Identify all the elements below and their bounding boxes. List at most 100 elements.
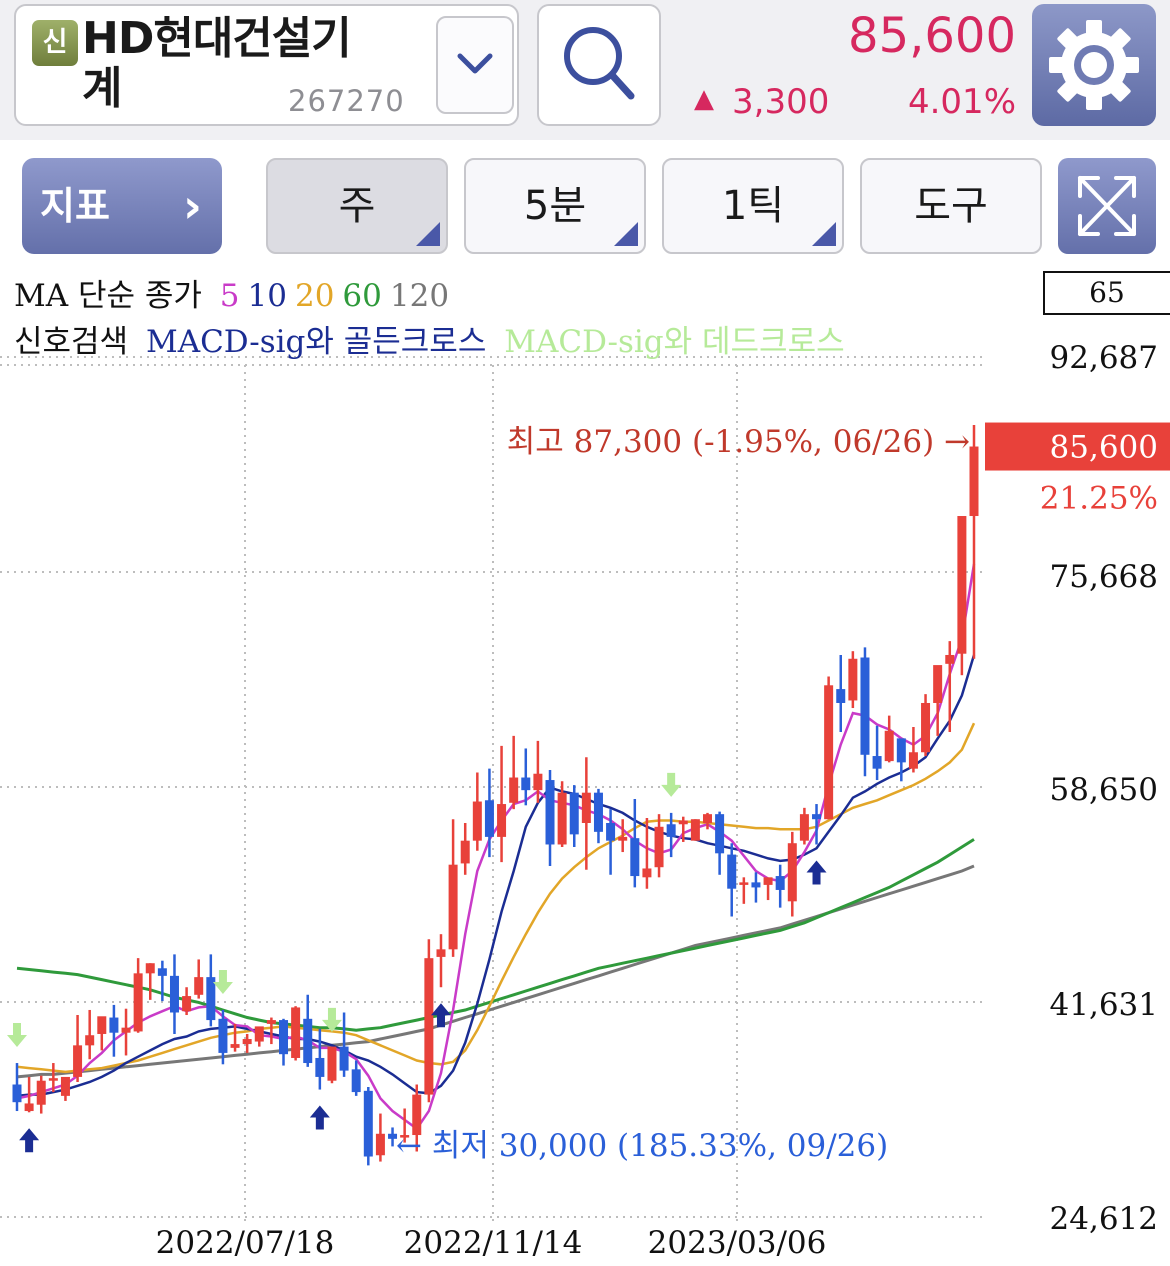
ma-legend-20: 20 [294,278,335,314]
candle-body [424,958,434,1095]
chart-toolbar: 지표 › 주 5분 1틱 도구 [0,140,1170,268]
signal-legend: 신호검색 MACD-sig와 골든크로스 MACD-sig와 데드크로스 [14,316,853,361]
candle-body [266,1020,276,1024]
candle-body [678,820,688,825]
indicator-label: 지표 [40,184,110,228]
period-tick-button[interactable]: 1틱 [662,158,844,254]
corner-triangle-icon [812,222,836,246]
golden-cross-legend: MACD-sig와 골든크로스 [145,324,487,360]
candle-body [497,804,507,837]
ma-legend-120: 120 [389,278,450,314]
candle-body [642,868,652,878]
up-arrow-icon: ▲ [694,84,714,114]
candle-body [848,658,858,701]
dead-cross-arrow-icon [212,969,233,994]
price-change-percent: 4.01% [907,82,1016,122]
stock-selector[interactable]: 신 HD현대건설기 계 267270 [14,4,519,126]
candle-body [375,1133,385,1156]
candle-body [872,756,882,769]
candle-body [60,1076,70,1096]
search-button[interactable] [537,4,661,126]
ma-legend-prefix: MA 단순 종가 [14,278,202,314]
settings-button[interactable] [1032,4,1156,126]
candle-body [557,792,567,845]
y-axis-tick: 92,687 [1050,340,1158,376]
candle-body [218,1018,228,1053]
dead-cross-arrow-icon [7,1023,27,1048]
candle-body [957,516,967,654]
candle-body [739,882,749,885]
candle-body [727,854,737,889]
candle-body [884,730,894,762]
y-axis-tick: 75,668 [1050,559,1158,595]
candle-body [812,814,822,820]
candle-body [206,977,216,1021]
current-price: 85,600 [848,8,1016,64]
candle-body [933,665,943,703]
candle-body [751,882,761,888]
candle-body [593,792,603,832]
dead-cross-arrow-icon [661,772,682,797]
high-annotation: 최고 87,300 (-1.95%, 06/26) → [507,424,970,460]
candle-body [73,1045,83,1077]
period-week-button[interactable]: 주 [266,158,448,254]
y-axis-tick: 41,631 [1050,987,1158,1023]
candle-body [254,1026,264,1042]
search-icon [564,27,635,100]
candlestick-chart[interactable]: 65 92,687 75,668 58,650 41,631 24,612 2022/07/… [0,268,1170,1262]
candle-body [484,800,494,837]
candle-body [860,657,870,755]
candle-body [145,963,155,974]
x-axis-tick: 2022/11/14 [404,1225,583,1261]
chevron-right-icon: › [183,179,202,233]
period-tick-label: 1틱 [721,183,785,229]
golden-cross-arrow-icon [19,1128,40,1153]
candle-body [303,1018,313,1064]
stock-dropdown-button[interactable] [436,16,514,114]
ma-legend-5: 5 [219,278,240,314]
new-badge: 신 [32,20,78,66]
candle-body [24,1103,34,1112]
candle-body [36,1080,46,1105]
candle-body [569,792,579,835]
expand-icon [1078,176,1136,236]
candle-body [702,814,712,823]
candle-body [315,1057,325,1077]
candle-body [97,1016,107,1034]
candle-body [194,977,204,995]
signal-legend-prefix: 신호검색 [14,324,129,360]
candle-body [908,752,918,769]
candle-body [436,949,446,957]
ma-legend-items: 5 10 20 60 120 [220,278,457,314]
tools-button[interactable]: 도구 [860,158,1042,254]
golden-cross-arrow-icon [806,860,827,885]
candle-body [836,689,846,703]
candle-body [533,773,543,791]
ma-legend-60: 60 [342,278,382,314]
x-axis-tick: 2022/07/18 [156,1225,335,1261]
corner-triangle-icon [416,222,440,246]
candle-body [48,1078,58,1081]
candle-body [763,877,773,885]
chevron-down-icon [457,53,493,74]
candle-body [775,876,785,890]
low-annotation: ← 최저 30,000 (185.33%, 09/26) [396,1128,888,1164]
visible-count: 65 [1089,276,1125,309]
period-minute-button[interactable]: 5분 [464,158,646,254]
indicator-button[interactable]: 지표 › [22,158,222,254]
candle-body [351,1069,361,1093]
price-change-value: 3,300 [732,82,830,122]
candle-body [133,973,143,1032]
price-chart[interactable]: MA 단순 종가 5 10 20 60 120 신호검색 MACD-sig와 골든크로스… [0,268,1170,1262]
fullscreen-button[interactable] [1058,158,1156,254]
y-axis-tick: 24,612 [1050,1201,1158,1237]
candle-body [327,1046,337,1081]
candle-body [824,685,834,820]
candle-body [666,824,676,837]
gear-icon [1049,20,1139,110]
candle-body [630,838,640,877]
candle-body [715,814,725,854]
x-axis-tick: 2023/03/06 [648,1225,827,1261]
candle-body [279,1020,289,1055]
candle-body [157,968,167,976]
